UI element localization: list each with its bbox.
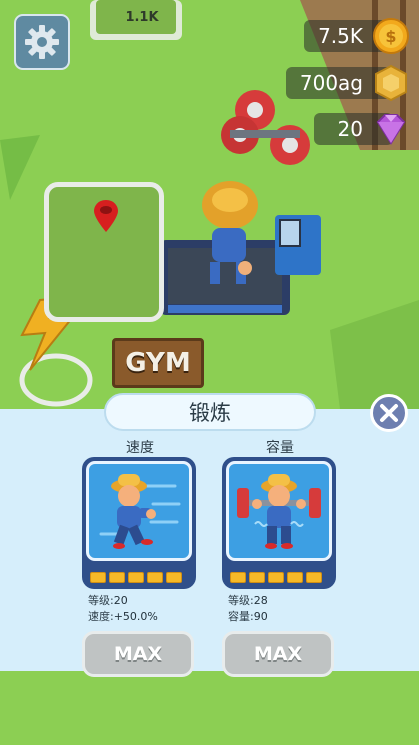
speed-max-button[interactable]: MAX (82, 631, 194, 677)
capacity-stats: 等级:28 容量:90 (222, 593, 338, 625)
level-segment (287, 572, 303, 583)
level-segment (109, 572, 125, 583)
training-panel (0, 409, 419, 671)
hexagon-nut-icon (371, 63, 411, 103)
level-segment (147, 572, 163, 583)
coin-counter: 7.5K $ (304, 17, 411, 55)
plot-price-label: 1.1K (125, 10, 159, 25)
gem-icon (371, 109, 411, 149)
map-pin-icon (94, 200, 118, 232)
capacity-stat-value: 90 (253, 610, 268, 623)
gym-sign-label: GYM (125, 348, 191, 378)
speed-stat-value: +50.0% (113, 610, 158, 623)
panel-title: 锻炼 (104, 393, 316, 431)
speed-level-value: 20 (113, 594, 128, 607)
lightning-icon (20, 296, 76, 372)
settings-button[interactable] (14, 14, 70, 70)
level-segment (90, 572, 106, 583)
speed-level-bar (90, 572, 182, 583)
speed-card-label: 速度 (126, 440, 154, 456)
gem-counter: 20 (313, 109, 411, 149)
svg-text:$: $ (385, 27, 396, 46)
capacity-level-value: 28 (253, 594, 268, 607)
close-icon (380, 404, 398, 422)
speed-card-frame (82, 457, 196, 589)
speed-stat-label: 速度: (88, 610, 114, 623)
level-segment (306, 572, 322, 583)
level-segment (268, 572, 284, 583)
gear-icon (25, 25, 59, 59)
gym-sign: GYM (112, 338, 204, 388)
level-segment (230, 572, 246, 583)
capacity-level-bar (230, 572, 322, 583)
capacity-card: 容量 等级:28 容量:90 MAX (222, 437, 338, 677)
speed-stats: 等级:20 速度:+50.0% (82, 593, 198, 625)
capacity-max-button[interactable]: MAX (222, 631, 334, 677)
speed-level-label: 等级: (88, 594, 114, 607)
capacity-level-label: 等级: (228, 594, 254, 607)
level-segment (249, 572, 265, 583)
dollar-coin-icon: $ (371, 16, 411, 56)
capacity-card-frame (222, 457, 336, 589)
level-segment (166, 572, 182, 583)
speed-card: 速度 等级:20 速度:+50.0% MAX (82, 437, 198, 677)
close-button[interactable] (370, 394, 408, 432)
capacity-card-label: 容量 (266, 440, 294, 456)
capacity-stat-label: 容量: (228, 610, 254, 623)
level-segment (128, 572, 144, 583)
speed-card-image (86, 461, 192, 561)
capacity-card-image (226, 461, 332, 561)
weight-counter: 700ag (285, 63, 411, 103)
